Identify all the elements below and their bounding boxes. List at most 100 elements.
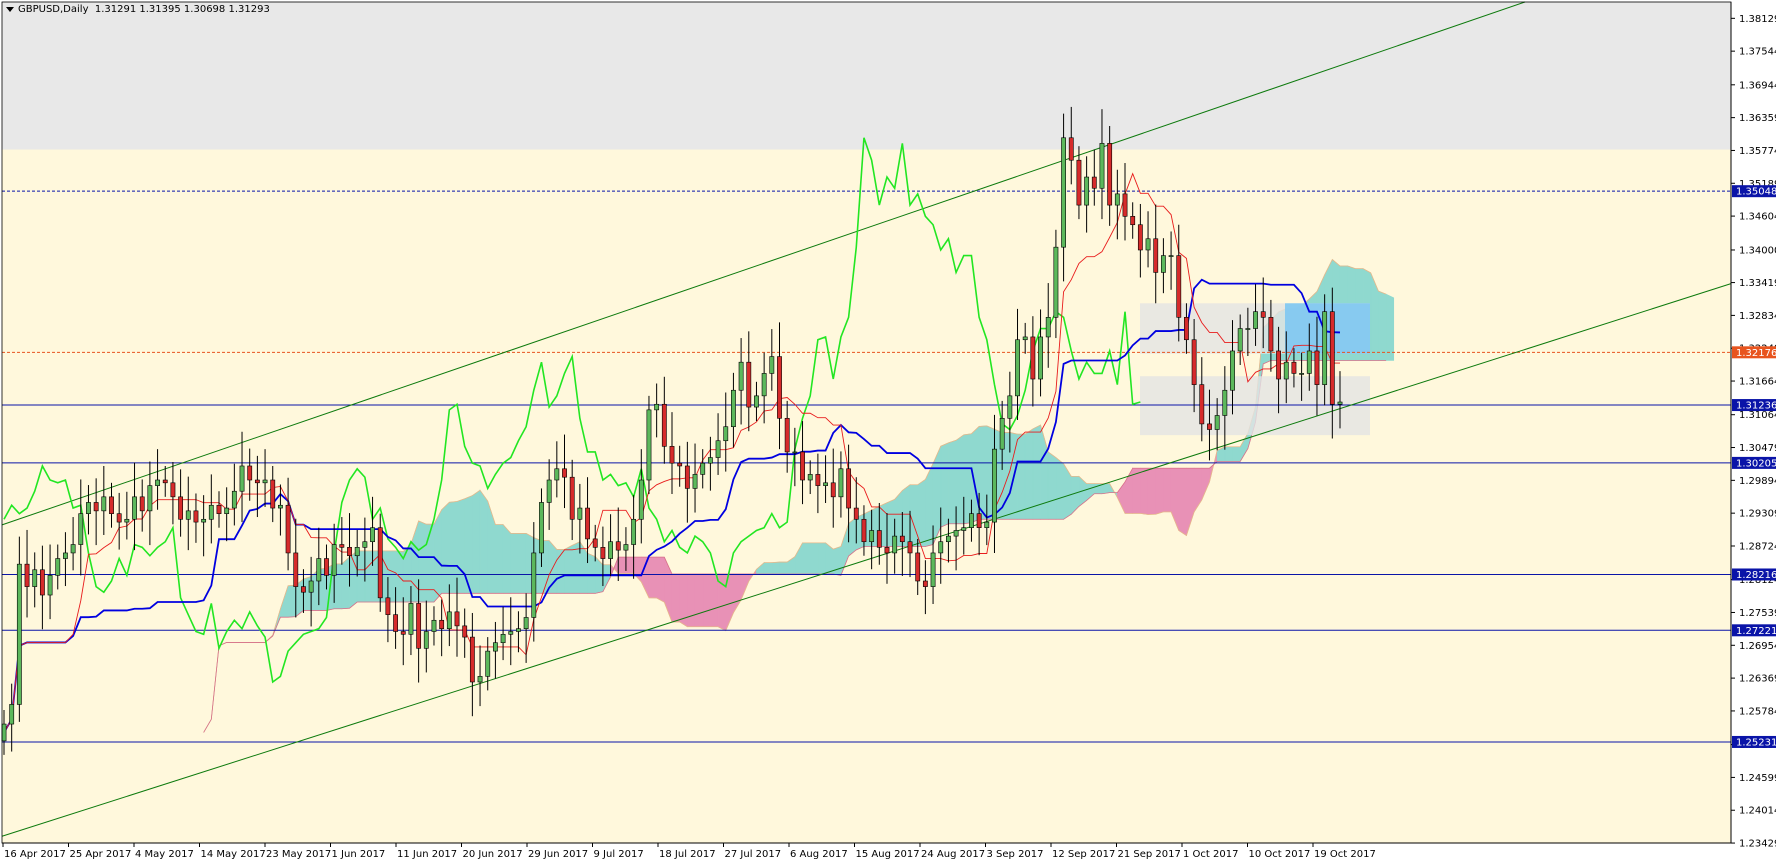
bear-candle-body bbox=[1191, 339, 1197, 385]
bear-candle-body bbox=[139, 496, 145, 512]
cloud-segment bbox=[656, 556, 665, 603]
cloud-segment bbox=[587, 552, 596, 594]
bull-candle-body bbox=[316, 558, 322, 582]
bear-candle-body bbox=[1260, 311, 1266, 318]
bull-candle-body bbox=[155, 479, 160, 486]
bear-candle-body bbox=[585, 507, 590, 540]
x-tick-label: 10 Oct 2017 bbox=[1249, 849, 1311, 860]
bear-candle-body bbox=[324, 558, 329, 576]
bull-candle-body bbox=[654, 403, 660, 411]
bear-candle-body bbox=[347, 547, 352, 557]
y-tick-label: 1.24014 bbox=[1739, 806, 1776, 817]
bull-candle-body bbox=[953, 530, 959, 537]
price-chart[interactable]: 1.381291.375441.369441.363591.357741.351… bbox=[0, 0, 1776, 864]
cloud-segment bbox=[510, 533, 519, 594]
bear-candle-body bbox=[899, 535, 905, 543]
bear-candle-body bbox=[454, 611, 460, 627]
x-tick-label: 21 Sep 2017 bbox=[1118, 849, 1181, 860]
bull-candle-body bbox=[1245, 328, 1251, 330]
bull-candle-body bbox=[892, 535, 898, 554]
bear-candle-body bbox=[178, 496, 184, 520]
bear-candle-body bbox=[1107, 143, 1113, 206]
cloud-segment bbox=[472, 489, 481, 594]
bear-candle-body bbox=[162, 479, 168, 484]
bull-candle-body bbox=[132, 496, 137, 520]
y-tick-label: 1.27539 bbox=[1739, 608, 1776, 619]
bear-candle-body bbox=[1314, 350, 1320, 385]
x-tick-label: 1 Oct 2017 bbox=[1183, 849, 1238, 860]
cloud-segment bbox=[694, 573, 704, 628]
cloud-segment bbox=[287, 584, 297, 618]
y-tick-label: 1.33419 bbox=[1739, 278, 1776, 289]
bull-candle-body bbox=[638, 479, 644, 520]
cloud-segment bbox=[349, 550, 358, 609]
range-box-lower bbox=[1140, 376, 1370, 436]
bear-candle-body bbox=[293, 552, 299, 587]
bear-candle-body bbox=[377, 527, 383, 599]
chart-window[interactable]: 1.381291.375441.369441.363591.357741.351… bbox=[0, 0, 1776, 864]
cloud-segment bbox=[771, 561, 780, 575]
bull-candle-body bbox=[16, 563, 22, 705]
cloud-segment bbox=[963, 433, 972, 525]
bull-candle-body bbox=[208, 504, 214, 520]
cloud-segment bbox=[1163, 467, 1172, 513]
bull-candle-body bbox=[63, 552, 68, 559]
bear-candle-body bbox=[24, 563, 30, 587]
bull-candle-body bbox=[1061, 137, 1066, 248]
bear-candle-body bbox=[1030, 336, 1036, 380]
bull-candle-body bbox=[1306, 350, 1312, 374]
bull-candle-body bbox=[769, 356, 775, 374]
y-tick-label: 1.38129 bbox=[1739, 14, 1776, 25]
cloud-segment bbox=[1385, 293, 1395, 361]
bull-candle-body bbox=[754, 395, 759, 408]
bear-candle-body bbox=[615, 541, 621, 551]
x-tick-label: 23 May 2017 bbox=[266, 849, 331, 860]
bear-candle-body bbox=[1068, 137, 1074, 161]
bear-candle-body bbox=[439, 619, 445, 629]
cloud-segment bbox=[1024, 428, 1034, 520]
bear-candle-body bbox=[193, 510, 199, 523]
cloud-segment bbox=[779, 561, 788, 575]
cloud-segment bbox=[364, 550, 373, 603]
cloud-segment bbox=[556, 549, 565, 594]
cloud-segment bbox=[479, 489, 489, 594]
bull-candle-body bbox=[554, 468, 560, 481]
bull-candle-body bbox=[408, 603, 414, 635]
symbol-title: GBPUSD,Daily bbox=[18, 4, 89, 15]
bear-candle-body bbox=[784, 417, 790, 453]
bull-candle-body bbox=[608, 541, 613, 559]
bear-candle-body bbox=[569, 476, 575, 520]
cloud-segment bbox=[1378, 290, 1387, 361]
bull-candle-body bbox=[1145, 238, 1151, 251]
ohlc-readout: 1.31291 1.31395 1.30698 1.31293 bbox=[94, 4, 270, 15]
bear-candle-body bbox=[1276, 350, 1281, 380]
bear-candle-body bbox=[462, 625, 468, 638]
cloud-segment bbox=[1147, 467, 1157, 515]
bear-candle-body bbox=[915, 552, 921, 582]
x-tick-label: 3 Sep 2017 bbox=[987, 849, 1044, 860]
bear-candle-body bbox=[247, 465, 253, 481]
menu-arrow-icon[interactable] bbox=[6, 6, 14, 12]
bull-candle-body bbox=[224, 507, 230, 514]
x-tick-label: 16 Apr 2017 bbox=[4, 849, 66, 860]
bull-candle-body bbox=[631, 518, 637, 545]
y-tick-label: 1.26369 bbox=[1739, 674, 1776, 685]
cloud-segment bbox=[1017, 433, 1026, 520]
bull-candle-body bbox=[869, 530, 875, 543]
bear-candle-body bbox=[1329, 311, 1335, 405]
cloud-segment bbox=[848, 516, 857, 557]
bull-candle-body bbox=[86, 502, 91, 514]
bear-candle-body bbox=[684, 465, 690, 489]
bear-candle-body bbox=[170, 482, 176, 498]
bear-candle-body bbox=[339, 544, 345, 548]
bull-candle-body bbox=[201, 518, 207, 523]
y-tick-label: 1.25784 bbox=[1739, 706, 1776, 717]
bear-candle-body bbox=[400, 631, 406, 635]
bear-candle-body bbox=[846, 468, 852, 509]
resistance-zone bbox=[2, 2, 1731, 150]
cloud-segment bbox=[387, 550, 396, 603]
y-tick-label: 1.37544 bbox=[1739, 47, 1776, 58]
bear-candle-body bbox=[254, 479, 260, 484]
bear-candle-body bbox=[876, 530, 882, 548]
y-tick-label: 1.31064 bbox=[1739, 410, 1776, 421]
